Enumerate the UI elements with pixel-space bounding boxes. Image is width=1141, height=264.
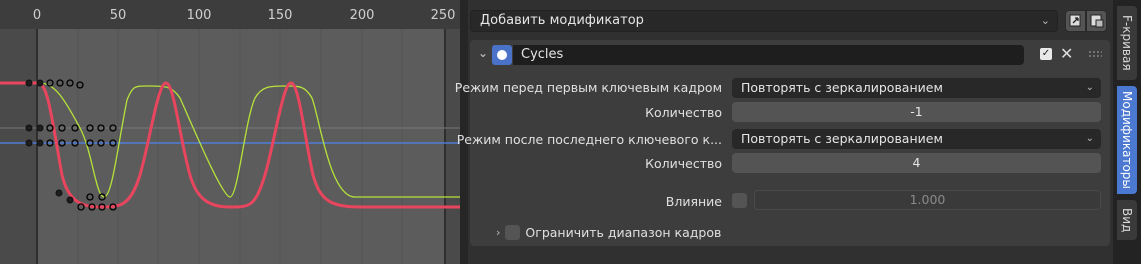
paste-modifiers-button[interactable] — [1086, 10, 1107, 32]
tab-f-curve[interactable]: F-кривая — [1117, 6, 1137, 80]
graph-editor-canvas[interactable]: 0 50 100 150 200 250 — [0, 0, 460, 264]
frame-tick-200: 200 — [349, 8, 375, 23]
modifier-enabled-checkbox[interactable]: ✓ — [1040, 48, 1052, 60]
tab-view-label: Вид — [1120, 207, 1134, 233]
pre-range-shade — [0, 29, 37, 264]
frame-tick-250: 250 — [430, 8, 456, 23]
chevron-right-icon: › — [496, 225, 501, 239]
sidebar-tabs: F-кривая Модификаторы Вид — [1113, 0, 1141, 264]
after-count-field[interactable]: 4 — [732, 153, 1101, 173]
chevron-down-icon: ⌄ — [1085, 133, 1094, 144]
before-count-field[interactable]: -1 — [732, 102, 1101, 122]
influence-field[interactable]: 1.000 — [754, 190, 1101, 210]
grid-lines — [77, 29, 403, 264]
frame-tick-100: 100 — [186, 8, 212, 23]
before-count-label: Количество — [645, 105, 722, 120]
influence-checkbox[interactable] — [732, 193, 747, 208]
restrict-frame-range-subpanel[interactable]: › Ограничить диапазон кадров — [496, 223, 721, 241]
restrict-range-label: Ограничить диапазон кадров — [525, 224, 722, 240]
after-mode-dropdown[interactable]: Повторять с зеркалированием ⌄ — [732, 129, 1101, 149]
add-modifier-label: Добавить модификатор — [480, 13, 644, 28]
graph-svg[interactable] — [0, 0, 460, 264]
tab-f-curve-label: F-кривая — [1120, 15, 1134, 71]
add-modifier-dropdown[interactable]: Добавить модификатор ⌄ — [470, 10, 1058, 32]
paste-icon — [1090, 14, 1103, 28]
frame-tick-0: 0 — [32, 8, 42, 23]
restrict-range-checkbox[interactable] — [505, 224, 521, 240]
after-mode-value: Повторять с зеркалированием — [741, 131, 943, 146]
tab-modifiers[interactable]: Модификаторы — [1117, 86, 1137, 194]
tab-view[interactable]: Вид — [1117, 200, 1137, 240]
before-mode-value: Повторять с зеркалированием — [741, 80, 943, 95]
cycles-modifier-panel: ⌄ Cycles ✓ ✕ Режим перед первым ключевым… — [455, 40, 1110, 246]
frame-ruler[interactable]: 0 50 100 150 200 250 — [0, 0, 460, 29]
frame-tick-50: 50 — [109, 8, 127, 23]
remove-modifier-icon[interactable]: ✕ — [1060, 44, 1073, 63]
before-mode-dropdown[interactable]: Повторять с зеркалированием ⌄ — [732, 78, 1101, 98]
copy-modifiers-button[interactable] — [1065, 10, 1086, 32]
drag-handle-icon[interactable] — [1088, 50, 1102, 58]
red-fcurve[interactable] — [0, 81, 460, 209]
chevron-down-icon: ⌄ — [1085, 82, 1094, 93]
modifier-name-field[interactable]: Cycles — [513, 45, 1024, 65]
chevron-down-icon[interactable]: ⌄ — [478, 46, 488, 60]
modifiers-panel: Добавить модификатор ⌄ ⌄ Cycles ✓ ✕ Режи… — [455, 0, 1113, 264]
influence-label: Влияние — [665, 194, 722, 209]
modifier-header[interactable]: ⌄ Cycles ✓ ✕ — [470, 40, 1110, 68]
after-mode-label: Режим после последнего ключевого к... — [456, 132, 722, 147]
green-fcurve[interactable] — [0, 82, 460, 198]
after-count-label: Количество — [645, 156, 722, 171]
tab-modifiers-label: Модификаторы — [1120, 91, 1134, 189]
before-mode-label: Режим перед первым ключевым кадром — [454, 80, 722, 95]
frame-tick-150: 150 — [267, 8, 293, 23]
cycles-modifier-icon — [492, 45, 512, 65]
copy-paste-buttons — [1065, 10, 1108, 32]
chevron-down-icon: ⌄ — [1040, 14, 1050, 27]
copy-icon — [1069, 14, 1080, 27]
